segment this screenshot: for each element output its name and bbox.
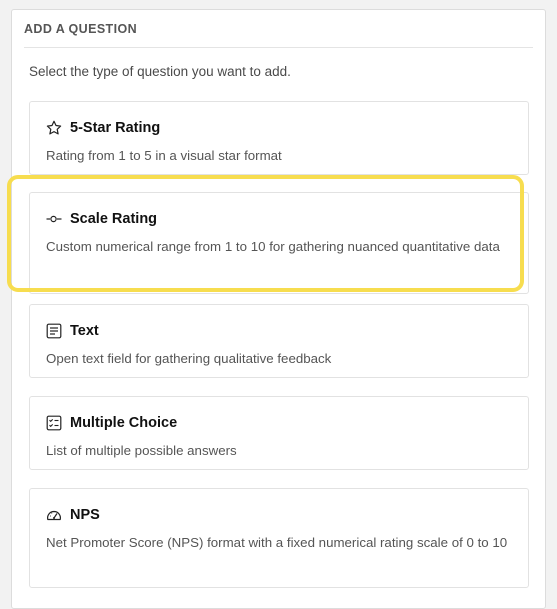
checklist-icon [46,415,62,431]
panel-title: ADD A QUESTION [24,22,138,36]
question-type-scale-rating[interactable]: Scale Rating Custom numerical range from… [29,192,529,294]
card-description: Rating from 1 to 5 in a visual star form… [46,148,282,163]
card-description: Net Promoter Score (NPS) format with a f… [46,535,508,550]
question-type-star-rating[interactable]: 5-Star Rating Rating from 1 to 5 in a vi… [29,101,529,175]
card-title: Multiple Choice [70,415,178,431]
scale-icon [46,211,62,227]
add-question-panel: ADD A QUESTION Select the type of questi… [11,9,546,609]
star-icon [46,120,62,136]
card-description: List of multiple possible answers [46,443,237,458]
card-title: Text [70,323,99,339]
card-title: 5-Star Rating [70,120,161,136]
panel-header: ADD A QUESTION [24,10,533,48]
question-type-multiple-choice[interactable]: Multiple Choice List of multiple possibl… [29,396,529,470]
question-type-text[interactable]: Text Open text field for gathering quali… [29,304,529,378]
text-icon [46,323,62,339]
intro-text: Select the type of question you want to … [29,64,291,79]
gauge-icon [46,507,62,523]
question-type-nps[interactable]: NPS Net Promoter Score (NPS) format with… [29,488,529,588]
card-description: Open text field for gathering qualitativ… [46,351,332,366]
card-description: Custom numerical range from 1 to 10 for … [46,239,500,254]
card-title: Scale Rating [70,211,158,227]
card-title: NPS [70,507,100,523]
